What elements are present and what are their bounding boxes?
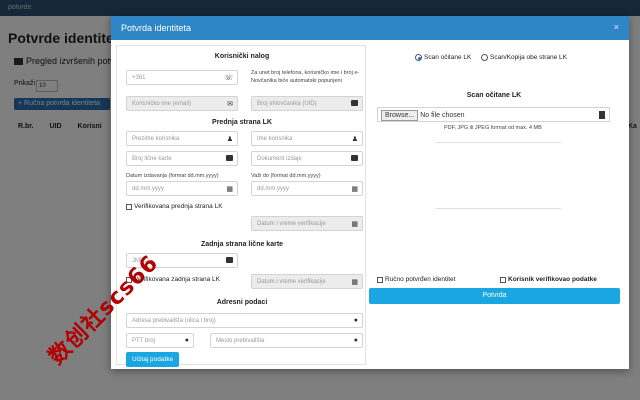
file-status: No file chosen — [420, 112, 465, 119]
issue-date-input[interactable]: dd.mm.yyyy ▦ — [126, 181, 238, 196]
manual-confirm-checkbox[interactable]: Ručno potvrđen identitet — [377, 276, 455, 283]
wallet-input[interactable]: Broj eNovčanika (UID) — [251, 96, 363, 111]
identity-form: Korisnički nalog +381 ☏ Za unet broj tele… — [116, 45, 366, 367]
user-verified-checkbox[interactable]: Korisnik verifikovao podatke — [500, 276, 597, 283]
id-card-icon — [226, 257, 233, 265]
divider — [435, 208, 561, 209]
file-icon — [599, 111, 605, 119]
id-card-icon — [351, 100, 358, 108]
username-input[interactable]: Korisničko ime (email) ✉ — [126, 96, 238, 111]
radio-scan-read[interactable]: Scan očitane LK — [415, 54, 471, 61]
back-section-title: Zadnja strana lične karte — [200, 241, 284, 248]
map-marker-icon: ● — [353, 317, 358, 324]
close-icon[interactable]: × — [614, 22, 619, 32]
id-card-icon — [351, 155, 358, 163]
phone-icon: ☏ — [224, 75, 233, 82]
user-icon: ♟ — [351, 136, 358, 143]
account-section-title: Korisnički nalog — [214, 53, 270, 60]
user-icon: ♟ — [226, 136, 233, 143]
divider — [435, 142, 561, 143]
id-card-icon — [226, 155, 233, 163]
issue-date-label: Datum izdavanja (format dd.mm.yyyy) — [126, 173, 219, 179]
modal-title: Potvrda identiteta — [121, 23, 192, 33]
back-verify-time-input[interactable]: Datum i vreme verifikacije ▦ — [251, 274, 363, 289]
scan-title: Scan očitane LK — [466, 92, 522, 99]
file-hint: PDF, JPG ili JPEG format od max. 4 MB — [444, 125, 542, 131]
id-number-input[interactable]: Broj lične karte — [126, 151, 238, 166]
map-marker-icon: ● — [353, 337, 358, 344]
ptt-input[interactable]: PTT broj ● — [126, 333, 194, 348]
valid-date-label: Važi do (format dd.mm.yyyy) — [251, 173, 321, 179]
name-input[interactable]: Ime korisnika ♟ — [251, 131, 363, 146]
envelope-icon: ✉ — [227, 101, 233, 108]
load-data-button[interactable]: Učitaj podatke — [126, 352, 180, 367]
phone-hint: Za unet broj telefona, korisničko ime i … — [251, 70, 360, 84]
modal-header: Potvrda identiteta × — [111, 16, 629, 40]
confirm-button[interactable]: Potvrda — [369, 288, 620, 304]
calendar-icon: ▦ — [226, 186, 233, 193]
front-verify-time-input[interactable]: Datum i vreme verifikacije ▦ — [251, 216, 363, 231]
address-section-title: Adresni podaci — [216, 299, 268, 306]
map-marker-icon: ● — [184, 337, 189, 344]
browse-button[interactable]: Browse... — [381, 110, 419, 121]
identity-modal: Potvrda identiteta × Korisnički nalog +3… — [111, 16, 629, 369]
surname-input[interactable]: Prezime korisnika ♟ — [126, 131, 238, 146]
calendar-icon: ▦ — [351, 186, 358, 193]
scan-panel: Scan očitane LK Scan/Kopija obe strane L… — [369, 45, 624, 365]
issuer-input[interactable]: Dokument izdaje — [251, 151, 363, 166]
city-input[interactable]: Mesto prebivališta ● — [210, 333, 363, 348]
valid-date-input[interactable]: dd.mm.yyyy ▦ — [251, 181, 363, 196]
front-verified-checkbox[interactable]: Verifikovana prednja strana LK — [126, 203, 223, 210]
calendar-icon: ▦ — [351, 279, 358, 286]
address-input[interactable]: Adresa prebivališta (ulica i broj) ● — [126, 313, 363, 328]
radio-scan-both[interactable]: Scan/Kopija obe strane LK — [481, 54, 567, 61]
front-section-title: Prednja strana LK — [212, 119, 272, 126]
calendar-icon: ▦ — [351, 221, 358, 228]
phone-input[interactable]: +381 ☏ — [126, 70, 238, 85]
file-input[interactable]: Browse... No file chosen — [377, 107, 610, 122]
